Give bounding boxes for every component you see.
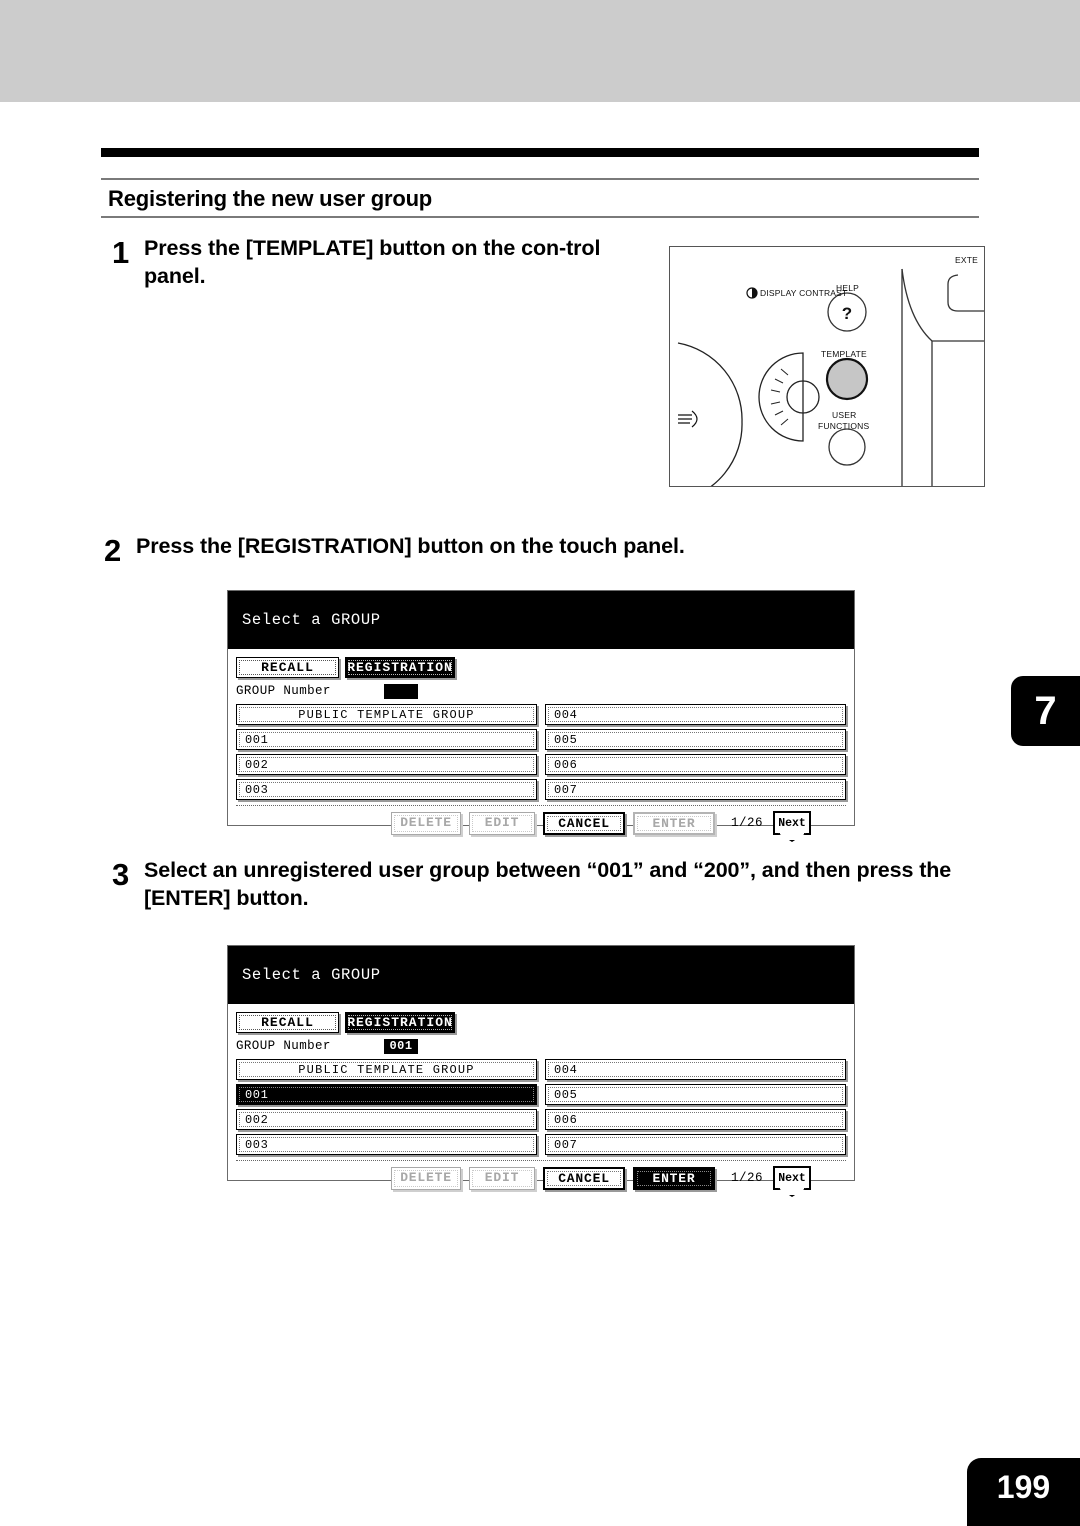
group-button-003[interactable]: 003 bbox=[236, 779, 537, 800]
group-button-006[interactable]: 006 bbox=[545, 1109, 846, 1130]
group-number-value bbox=[384, 683, 418, 699]
group-button-001[interactable]: 001 bbox=[236, 1084, 537, 1105]
group-button-006[interactable]: 006 bbox=[545, 754, 846, 775]
touch-panel-screenshot-step3: Select a GROUP RECALL REGISTRATION GROUP… bbox=[227, 945, 855, 1190]
divider-below-title bbox=[101, 216, 979, 218]
edit-button[interactable]: EDIT bbox=[469, 811, 535, 835]
group-number-row: GROUP Number 001 bbox=[236, 1036, 846, 1056]
help-label: HELP bbox=[836, 283, 860, 293]
lcd-title: Select a GROUP bbox=[228, 946, 854, 1004]
edit-button[interactable]: EDIT bbox=[469, 1166, 535, 1190]
enter-button[interactable]: ENTER bbox=[633, 811, 715, 835]
step-3-number: 3 bbox=[112, 857, 130, 892]
step-2: 2 Press the [REGISTRATION] button on the… bbox=[104, 532, 904, 566]
group-number-value: 001 bbox=[384, 1038, 418, 1054]
user-functions-label-line1: USER bbox=[832, 410, 857, 420]
group-number-row: GROUP Number bbox=[236, 681, 846, 701]
group-button-004[interactable]: 004 bbox=[545, 704, 846, 725]
lcd-tab-row: RECALL REGISTRATION bbox=[236, 1008, 846, 1033]
tab-registration[interactable]: REGISTRATION bbox=[345, 1012, 455, 1033]
step-1-number: 1 bbox=[112, 235, 130, 270]
step-2-text: Press the [REGISTRATION] button on the t… bbox=[136, 534, 685, 558]
group-button-public[interactable]: PUBLIC TEMPLATE GROUP bbox=[236, 1059, 537, 1080]
next-button[interactable]: Next bbox=[773, 1166, 812, 1190]
page-header-band bbox=[0, 0, 1080, 102]
group-button-grid: PUBLIC TEMPLATE GROUP 004 001 005 002 00… bbox=[236, 1059, 846, 1155]
delete-button[interactable]: DELETE bbox=[391, 811, 461, 835]
group-button-007[interactable]: 007 bbox=[545, 779, 846, 800]
group-number-label: GROUP Number bbox=[236, 1039, 331, 1053]
user-functions-label-line2: FUNCTIONS bbox=[818, 421, 870, 431]
tab-recall[interactable]: RECALL bbox=[236, 657, 339, 678]
touch-panel-screenshot-step2: Select a GROUP RECALL REGISTRATION GROUP… bbox=[227, 590, 855, 835]
step-1: 1 Press the [TEMPLATE] button on the con… bbox=[112, 234, 652, 291]
header-rule bbox=[101, 148, 979, 157]
page-title: Registering the new user group bbox=[108, 186, 433, 211]
delete-button[interactable]: DELETE bbox=[391, 1166, 461, 1190]
tab-recall[interactable]: RECALL bbox=[236, 1012, 339, 1033]
group-button-002[interactable]: 002 bbox=[236, 754, 537, 775]
group-button-001[interactable]: 001 bbox=[236, 729, 537, 750]
step-2-number: 2 bbox=[104, 533, 122, 568]
next-button[interactable]: Next bbox=[773, 811, 812, 835]
group-button-005[interactable]: 005 bbox=[545, 729, 846, 750]
lcd-action-row: DELETE EDIT CANCEL ENTER 1/26 Next bbox=[236, 1166, 846, 1190]
group-button-007[interactable]: 007 bbox=[545, 1134, 846, 1155]
step-3-text: Select an unregistered user group betwee… bbox=[144, 858, 952, 911]
template-label: TEMPLATE bbox=[821, 349, 867, 359]
cancel-button[interactable]: CANCEL bbox=[543, 1166, 625, 1190]
page-counter: 1/26 bbox=[731, 1171, 764, 1185]
grid-separator bbox=[236, 805, 846, 806]
lcd-title: Select a GROUP bbox=[228, 591, 854, 649]
page-counter: 1/26 bbox=[731, 816, 764, 830]
group-number-label: GROUP Number bbox=[236, 684, 331, 698]
display-contrast-label: DISPLAY CONTRAST bbox=[760, 288, 848, 298]
section-header: Registering the new user group bbox=[101, 178, 979, 218]
enter-button[interactable]: ENTER bbox=[633, 1166, 715, 1190]
lcd-action-row: DELETE EDIT CANCEL ENTER 1/26 Next bbox=[236, 811, 846, 835]
cancel-button[interactable]: CANCEL bbox=[543, 811, 625, 835]
lcd-tab-row: RECALL REGISTRATION bbox=[236, 653, 846, 678]
group-button-public[interactable]: PUBLIC TEMPLATE GROUP bbox=[236, 704, 537, 725]
group-button-005[interactable]: 005 bbox=[545, 1084, 846, 1105]
group-button-002[interactable]: 002 bbox=[236, 1109, 537, 1130]
grid-separator bbox=[236, 1160, 846, 1161]
step-3: 3 Select an unregistered user group betw… bbox=[112, 856, 992, 913]
external-label: EXTE bbox=[955, 255, 979, 265]
svg-text:?: ? bbox=[842, 304, 852, 323]
group-button-grid: PUBLIC TEMPLATE GROUP 004 001 005 002 00… bbox=[236, 704, 846, 800]
tab-registration[interactable]: REGISTRATION bbox=[345, 657, 455, 678]
group-button-003[interactable]: 003 bbox=[236, 1134, 537, 1155]
control-panel-illustration: ? DISPLAY CONTRAST HELP TEMPLATE USER FU… bbox=[669, 246, 985, 487]
chapter-tab: 7 bbox=[1011, 676, 1080, 746]
page-number: 199 bbox=[967, 1458, 1080, 1526]
control-panel-drawing: ? bbox=[677, 268, 984, 486]
group-button-004[interactable]: 004 bbox=[545, 1059, 846, 1080]
step-1-text: Press the [TEMPLATE] button on the con-t… bbox=[144, 236, 601, 289]
